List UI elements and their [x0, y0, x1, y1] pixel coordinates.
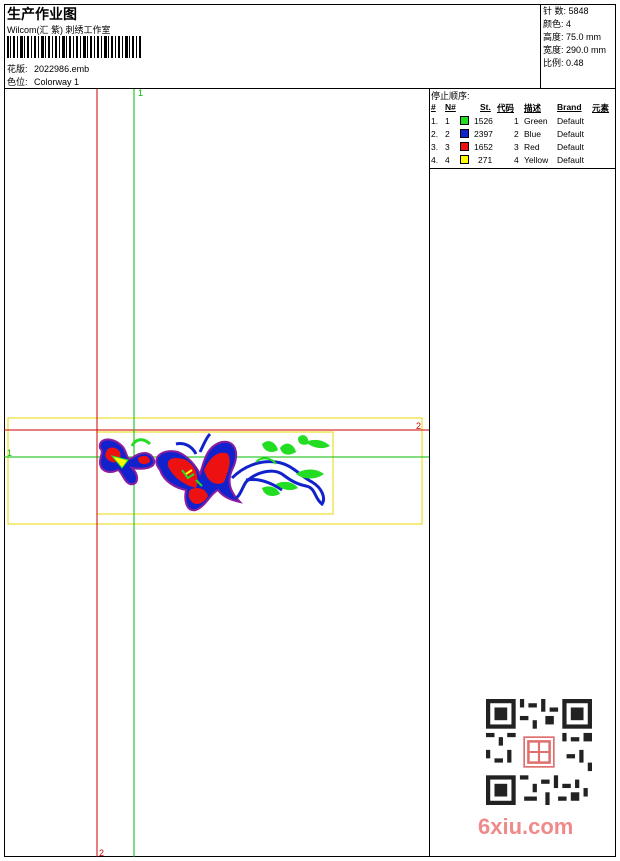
- large-butterfly-motif: [155, 432, 244, 512]
- row-code: 1: [514, 116, 519, 126]
- row-st: 2397: [474, 129, 493, 139]
- color-swatch-red: [460, 142, 469, 151]
- stat-label: 针 数:: [543, 6, 567, 16]
- col-header-num: #: [431, 102, 436, 112]
- marker-green-left: 1: [7, 448, 12, 458]
- watermark-logo: 6xiu.com: [478, 814, 574, 839]
- row-st: 271: [478, 155, 493, 165]
- design-canvas: 1 1 2 2: [4, 88, 429, 858]
- stat-label: 颜色:: [543, 19, 564, 29]
- qr-code-icon: [486, 699, 592, 805]
- row-desc: Red: [524, 142, 540, 152]
- row-n: 2: [445, 129, 450, 139]
- color-swatch-green: [460, 116, 469, 125]
- row-brand: Default: [557, 129, 584, 139]
- row-brand: Default: [557, 155, 584, 165]
- stat-colors: 颜色: 4: [543, 18, 571, 30]
- col-header-brand: Brand: [557, 102, 582, 112]
- stat-width: 宽度: 290.0 mm: [543, 44, 606, 56]
- col-header-st: St.: [480, 102, 491, 112]
- row-n: 3: [445, 142, 450, 152]
- stat-value: 4: [566, 19, 572, 29]
- col-header-element: 元素: [592, 103, 610, 113]
- col-header-n: N#: [445, 102, 456, 112]
- row-num: 3.: [431, 142, 439, 152]
- col-header-desc: 描述: [524, 103, 542, 113]
- stats-divider: [540, 4, 541, 88]
- row-num: 1.: [431, 116, 439, 126]
- col-header-code: 代码: [497, 103, 515, 113]
- row-desc: Green: [524, 116, 548, 126]
- row-n: 4: [445, 155, 450, 165]
- marker-red-right: 2: [416, 421, 421, 431]
- stop-table-divider: [429, 168, 616, 169]
- stat-label: 宽度:: [543, 45, 564, 55]
- stat-height: 高度: 75.0 mm: [543, 31, 601, 43]
- marker-green-top: 1: [138, 88, 143, 98]
- row-code: 4: [514, 155, 519, 165]
- stat-label: 比例:: [543, 58, 564, 68]
- row-desc: Yellow: [524, 155, 549, 165]
- row-n: 1: [445, 116, 450, 126]
- color-swatch-blue: [460, 129, 469, 138]
- row-num: 2.: [431, 129, 439, 139]
- row-brand: Default: [557, 116, 584, 126]
- stop-sequence-title: 停止顺序:: [431, 91, 470, 101]
- small-butterfly-motif: [98, 438, 156, 486]
- vine-motif: [230, 435, 330, 507]
- row-st: 1652: [474, 142, 493, 152]
- stat-scale: 比例: 0.48: [543, 57, 584, 69]
- stat-value: 0.48: [566, 58, 584, 68]
- row-brand: Default: [557, 142, 584, 152]
- row-desc: Blue: [524, 129, 542, 139]
- marker-red-bottom: 2: [99, 848, 104, 858]
- stat-label: 高度:: [543, 32, 564, 42]
- stat-value: 290.0 mm: [566, 45, 607, 55]
- row-code: 2: [514, 129, 519, 139]
- row-code: 3: [514, 142, 519, 152]
- stat-value: 75.0 mm: [566, 32, 602, 42]
- stat-stitches: 针 数: 5848: [543, 5, 589, 17]
- stat-value: 5848: [568, 6, 589, 16]
- color-swatch-yellow: [460, 155, 469, 164]
- row-num: 4.: [431, 155, 439, 165]
- row-st: 1526: [474, 116, 493, 126]
